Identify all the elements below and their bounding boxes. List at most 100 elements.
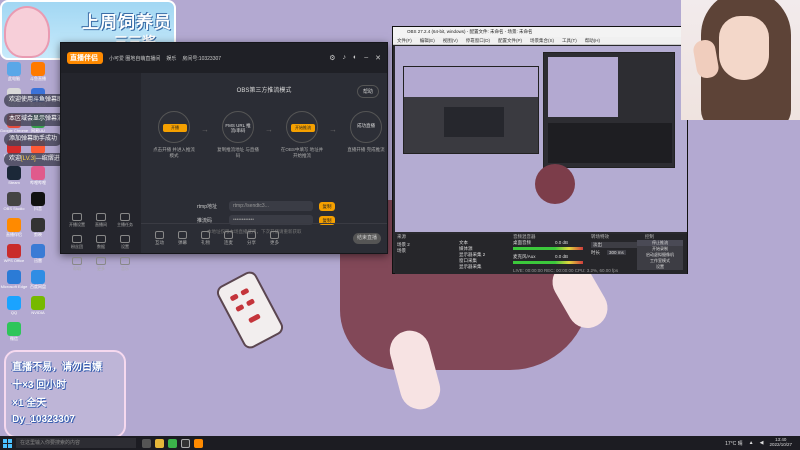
desktop-icon-label: Microsoft Edge <box>0 284 28 289</box>
app-icon <box>7 296 21 310</box>
minimize-icon[interactable]: – <box>364 54 368 62</box>
chat-message: 添加弹幕助手成功 <box>4 133 63 146</box>
settings-icon[interactable]: ⚙ <box>329 54 335 62</box>
clock[interactable]: 13:40 2022/10/27 <box>769 437 792 448</box>
live-app-icon[interactable] <box>194 438 203 448</box>
app-bottom-bar: 互动 弹幕 礼物 连麦 分享 更多 <box>141 223 387 253</box>
sidebar-item[interactable]: 粉丝团 <box>67 235 87 255</box>
obs-menu-item[interactable]: 工具(T) <box>562 38 577 43</box>
app-icon <box>31 244 45 258</box>
desktop-icon-label: QQ <box>10 310 18 315</box>
obs-menu-item[interactable]: 场景集合(S) <box>530 38 554 43</box>
taskbar: 在这里输入你要搜索的内容 17°C 晴 ▲ ◀ 13:40 2022/10/27 <box>0 436 800 450</box>
room-tag[interactable]: 娱乐 <box>166 55 176 62</box>
close-icon[interactable]: ✕ <box>375 54 381 62</box>
taskbar-search[interactable]: 在这里输入你要搜索的内容 <box>16 438 136 448</box>
obs-menu-item[interactable]: 停靠窗口(D) <box>466 38 490 43</box>
preview-nested-capture <box>403 66 539 154</box>
scene-item[interactable]: 场景 <box>397 248 406 254</box>
sidebar-icon <box>72 257 82 265</box>
obs-menu-item[interactable]: 编辑(E) <box>420 38 435 43</box>
tool-label: 礼物 <box>201 240 210 245</box>
desktop-icon-label: 迅雷 <box>34 258 42 263</box>
bottom-tool-button[interactable]: 互动 <box>155 231 164 246</box>
settings-button[interactable]: 设置 <box>637 264 683 270</box>
sidebar-icon <box>72 213 82 221</box>
copy-rtmp-button[interactable]: 复制 <box>319 201 335 211</box>
obs-menu-item[interactable]: 配置文件(P) <box>498 38 522 43</box>
app-icon <box>31 62 45 76</box>
banner-avatar <box>4 6 50 58</box>
sidebar-label: 数据 <box>97 244 105 249</box>
sidebar-item[interactable]: 音乐 <box>115 257 135 277</box>
sidebar-item[interactable]: 数据 <box>91 235 111 255</box>
obs-preview[interactable] <box>395 46 687 232</box>
step-start: 开播 点击开播 并进入推流模式 <box>151 111 197 159</box>
weather-text[interactable]: 17°C 晴 <box>725 440 743 447</box>
obs-docks: 来源 场景 2 场景 文本 媒体源 显示器采集 2 窗口采集 显示器采集 音频混… <box>395 234 687 274</box>
rtmp-field[interactable]: rtmp://sendtc3... <box>229 201 313 211</box>
sidebar-item[interactable]: 更多 <box>91 257 111 277</box>
arrow-icon: → <box>265 125 273 134</box>
sidebar-icon <box>120 213 130 221</box>
bottom-tool-button[interactable]: 弹幕 <box>178 231 187 246</box>
tool-label: 互动 <box>155 240 164 245</box>
end-live-button[interactable]: 结束直播 <box>353 233 381 244</box>
duration-label: 时长 <box>591 250 600 255</box>
desktop-icon[interactable]: NVIDIA <box>26 296 50 326</box>
desktop-icon-label: 微信 <box>10 336 18 341</box>
obs-window[interactable]: OBS 27.2.4 (64-bit, windows) - 配置文件: 未命名… <box>392 26 688 274</box>
bottom-tool-button[interactable]: 连麦 <box>224 231 233 246</box>
bottom-tool-button[interactable]: 分享 <box>247 231 256 246</box>
tool-icon <box>201 231 210 239</box>
desktop-icon[interactable]: 微信 <box>2 322 26 352</box>
mixer-track-name: 桌面音频 <box>513 240 531 245</box>
help-button[interactable]: 帮助 <box>356 85 379 98</box>
app-logo: 直播伴侣 <box>67 52 103 64</box>
room-title[interactable]: 小可爱 圈地自萌直播间 <box>109 55 160 62</box>
taskbar-apps <box>142 438 203 448</box>
tool-icon <box>270 231 279 239</box>
streaming-app-window[interactable]: 直播伴侣 小可爱 圈地自萌直播间 娱乐 房间号:10323307 ⚙ ♪ ◐ –… <box>60 42 388 271</box>
desktop-icon-label: 斗鱼直播 <box>30 76 46 81</box>
obs-menu-item[interactable]: 文件(F) <box>397 38 412 43</box>
app-icon <box>7 322 21 336</box>
obs-icon[interactable] <box>181 438 190 448</box>
network-icon[interactable]: ▲ <box>749 440 754 446</box>
obs-menu-item[interactable]: 帮助(H) <box>585 38 600 43</box>
sidebar-label: 开播设置 <box>69 222 85 227</box>
sidebar-label: 主播任务 <box>117 222 133 227</box>
transition-select[interactable]: 淡出 <box>591 242 637 248</box>
bell-icon[interactable]: ♪ <box>342 54 346 62</box>
bottom-tool-button[interactable]: 礼物 <box>201 231 210 246</box>
obs-mode-title: OBS第三方推流模式 <box>236 88 292 94</box>
desktop-icon-label: NVIDIA <box>31 310 45 315</box>
sidebar-item[interactable]: 帮助 <box>67 257 87 277</box>
mixer-track-db: 0.0 dB <box>555 240 569 245</box>
source-item[interactable]: 显示器采集 <box>459 264 482 270</box>
bottom-tool-button[interactable]: 更多 <box>270 231 279 246</box>
chrome-icon[interactable] <box>168 438 177 448</box>
wallpaper-remote <box>214 268 286 352</box>
task-view-icon[interactable] <box>142 438 151 448</box>
sidebar-item[interactable]: 开播设置 <box>67 213 87 233</box>
step-push: 开始推流 在OBS中填写 地址并开始推流 <box>279 111 325 159</box>
desktop-icon-label: 此电脑 <box>8 76 20 81</box>
app-icon <box>7 166 21 180</box>
volume-icon[interactable]: ◀ <box>760 440 764 446</box>
explorer-icon[interactable] <box>155 438 164 448</box>
desktop-icon-label: WPS Office <box>3 258 25 263</box>
banner-title: 上周饲养员 <box>82 13 172 32</box>
desktop-icon-label: 直播伴侣 <box>6 232 22 237</box>
app-icon <box>31 218 45 232</box>
duration-input[interactable]: 300 ms <box>607 250 626 255</box>
skin-icon[interactable]: ◐ <box>353 54 357 62</box>
sidebar-item[interactable]: 设置 <box>115 235 135 255</box>
info-line: 十×3 回小时 <box>12 380 67 391</box>
sidebar-label: 音乐 <box>121 266 129 271</box>
obs-menu-item[interactable]: 视图(V) <box>443 38 458 43</box>
sidebar-item[interactable]: 直播间 <box>91 213 111 233</box>
sidebar-item[interactable]: 主播任务 <box>115 213 135 233</box>
windows-start-icon[interactable] <box>0 436 14 450</box>
app-icon <box>31 270 45 284</box>
